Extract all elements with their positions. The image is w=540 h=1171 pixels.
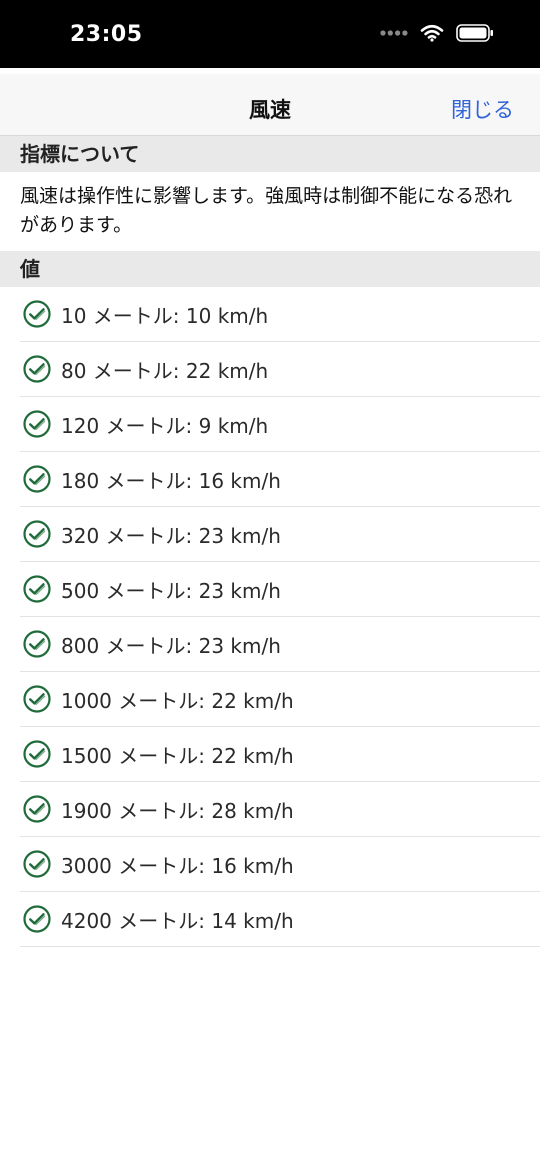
check-circle-icon [23, 850, 51, 878]
list-item: 320 メートル: 23 km/h [20, 507, 540, 562]
list-item-label: 180 メートル: 16 km/h [61, 468, 281, 493]
section-header-about: 指標について [0, 136, 540, 172]
list-item-label: 3000 メートル: 16 km/h [61, 853, 294, 878]
values-list: 10 メートル: 10 km/h 80 メートル: 22 km/h 120 メー… [20, 287, 540, 947]
list-item-label: 800 メートル: 23 km/h [61, 633, 281, 658]
status-bar: 23:05 [0, 0, 540, 68]
close-button[interactable]: 閉じる [451, 94, 514, 124]
check-circle-icon [23, 520, 51, 548]
check-circle-icon [23, 740, 51, 768]
check-circle-icon [23, 355, 51, 383]
list-item: 80 メートル: 22 km/h [20, 342, 540, 397]
status-icons [380, 24, 494, 42]
list-item: 800 メートル: 23 km/h [20, 617, 540, 672]
check-circle-icon [23, 685, 51, 713]
list-item: 3000 メートル: 16 km/h [20, 837, 540, 892]
list-item-label: 80 メートル: 22 km/h [61, 358, 269, 383]
list-item: 1500 メートル: 22 km/h [20, 727, 540, 782]
list-item-label: 1500 メートル: 22 km/h [61, 743, 294, 768]
list-item: 1000 メートル: 22 km/h [20, 672, 540, 727]
list-item-label: 120 メートル: 9 km/h [61, 413, 269, 438]
check-circle-icon [23, 630, 51, 658]
check-circle-icon [23, 795, 51, 823]
status-time: 23:05 [70, 22, 143, 47]
navigation-bar: 風速 閉じる [0, 74, 540, 136]
check-circle-icon [23, 905, 51, 933]
list-item-label: 500 メートル: 23 km/h [61, 578, 281, 603]
list-item: 1900 メートル: 28 km/h [20, 782, 540, 837]
list-item: 120 メートル: 9 km/h [20, 397, 540, 452]
list-item-label: 4200 メートル: 14 km/h [61, 908, 294, 933]
list-item-label: 1900 メートル: 28 km/h [61, 798, 294, 823]
section-header-values: 値 [0, 251, 540, 287]
battery-icon [456, 24, 493, 42]
list-item: 10 メートル: 10 km/h [20, 287, 540, 342]
wifi-icon [420, 24, 444, 42]
check-circle-icon [23, 465, 51, 493]
description-text: 風速は操作性に影響します。強風時は制御不能になる恐れがあります。 [20, 185, 513, 236]
list-item: 500 メートル: 23 km/h [20, 562, 540, 617]
check-circle-icon [23, 410, 51, 438]
list-item: 4200 メートル: 14 km/h [20, 892, 540, 947]
check-circle-icon [23, 300, 51, 328]
check-circle-icon [23, 575, 51, 603]
signal-dots-icon [380, 30, 408, 36]
list-item-label: 320 メートル: 23 km/h [61, 523, 281, 548]
list-item-label: 1000 メートル: 22 km/h [61, 688, 294, 713]
list-item-label: 10 メートル: 10 km/h [61, 303, 269, 328]
list-item: 180 メートル: 16 km/h [20, 452, 540, 507]
